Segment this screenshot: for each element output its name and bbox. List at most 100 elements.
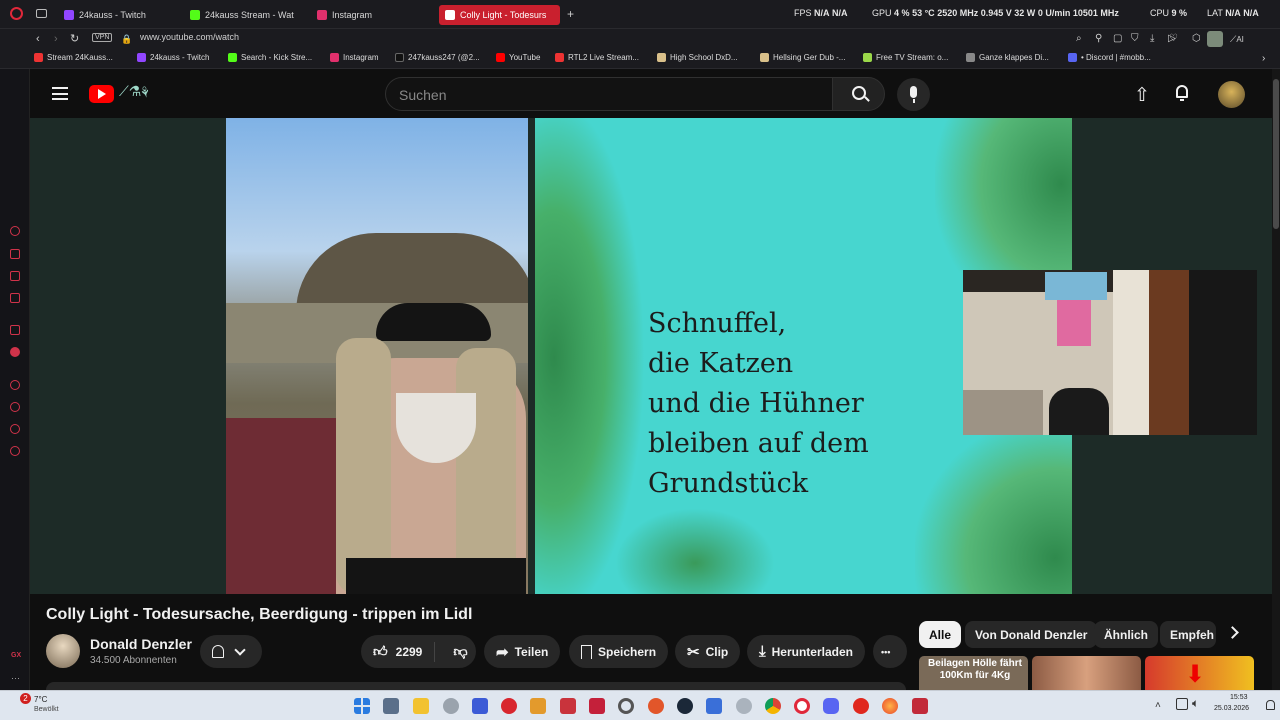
chip-from-channel[interactable]: Von Donald Denzler bbox=[965, 621, 1098, 648]
snapshot-icon[interactable]: ▢ bbox=[1113, 32, 1122, 46]
bookmark-item[interactable]: Search - Kick Stre... bbox=[228, 53, 312, 62]
opera-menu-icon[interactable] bbox=[10, 7, 23, 20]
bookmark-item[interactable]: High School DxD... bbox=[657, 53, 738, 62]
file-explorer-icon[interactable] bbox=[413, 698, 429, 714]
sidebar-crypto-icon[interactable] bbox=[10, 249, 20, 259]
workspaces-icon[interactable] bbox=[36, 9, 47, 18]
opera-gx-icon[interactable] bbox=[794, 698, 810, 714]
bookmark-item[interactable]: YouTube bbox=[496, 53, 540, 62]
extensions-icon[interactable]: ⬡ bbox=[1192, 32, 1201, 46]
bookmark-item[interactable]: 24kauss - Twitch bbox=[137, 53, 209, 62]
hamburger-menu-icon[interactable] bbox=[52, 87, 68, 100]
chrome-icon[interactable] bbox=[765, 698, 781, 714]
sidebar-settings-icon[interactable] bbox=[10, 446, 20, 456]
pin-icon[interactable]: ⚲ bbox=[1095, 32, 1102, 46]
bookmark-item[interactable]: Ganze klappes Di... bbox=[966, 53, 1049, 62]
back-icon[interactable]: ‹ bbox=[36, 32, 40, 46]
description-box-top[interactable] bbox=[46, 682, 906, 690]
app-orange-icon[interactable] bbox=[648, 698, 664, 714]
discord-icon[interactable] bbox=[823, 698, 839, 714]
volume-icon[interactable]: 🔈︎ bbox=[1192, 696, 1199, 711]
new-tab-button[interactable]: + bbox=[567, 7, 574, 21]
bookmark-item[interactable]: RTL2 Live Stream... bbox=[555, 53, 639, 62]
adblock-icon[interactable]: ⛉ bbox=[1131, 32, 1139, 46]
search-input[interactable]: Suchen bbox=[385, 77, 833, 111]
zoom-icon[interactable]: ⌕ bbox=[1076, 32, 1082, 46]
firefox-icon[interactable] bbox=[882, 698, 898, 714]
tab-kick[interactable]: 24kauss Stream - Wat bbox=[184, 5, 306, 25]
chip-related[interactable]: Ähnlich bbox=[1094, 621, 1158, 648]
app-ring-icon[interactable] bbox=[618, 698, 634, 714]
calculator-icon[interactable] bbox=[383, 698, 399, 714]
voice-search-button[interactable] bbox=[897, 78, 930, 111]
app-red4-icon[interactable] bbox=[912, 698, 928, 714]
account-avatar[interactable] bbox=[1218, 81, 1245, 108]
download-button[interactable]: ⤓ Herunterladen bbox=[747, 635, 865, 668]
video-player[interactable]: Schnuffel, die Katzen und die Hühner ble… bbox=[30, 118, 1272, 594]
clock-time[interactable]: 15:53 bbox=[1230, 694, 1248, 701]
forward-icon[interactable]: › bbox=[54, 32, 58, 46]
chip-all[interactable]: Alle bbox=[919, 621, 962, 648]
app-red-icon[interactable] bbox=[501, 698, 517, 714]
recommended-video-thumbnail[interactable] bbox=[1032, 656, 1141, 690]
aria-ai-icon[interactable]: ⟋AI bbox=[1230, 32, 1244, 47]
more-actions-button[interactable]: ••• bbox=[873, 635, 907, 668]
sidebar-aria-icon[interactable] bbox=[10, 226, 20, 236]
start-windows-icon[interactable] bbox=[354, 698, 370, 714]
bookmark-item[interactable]: Hellsing Ger Dub -... bbox=[760, 53, 845, 62]
app-image-icon[interactable] bbox=[560, 698, 576, 714]
bookmarks-overflow-icon[interactable]: › bbox=[1262, 53, 1265, 64]
chips-next-chevron-icon[interactable] bbox=[1226, 626, 1239, 639]
subscription-bell-button[interactable] bbox=[200, 635, 262, 668]
sidebar-twitch-icon[interactable] bbox=[10, 325, 20, 335]
heart-icon[interactable]: ♡ bbox=[1169, 32, 1178, 46]
notifications-icon[interactable] bbox=[1266, 700, 1275, 710]
tab-youtube-active[interactable]: Colly Light - Todesurs bbox=[439, 5, 560, 25]
bookmark-item[interactable]: Stream 24Kauss... bbox=[34, 53, 113, 62]
app-stack-icon[interactable] bbox=[530, 698, 546, 714]
tab-twitch-1[interactable]: 24kauss - Twitch bbox=[58, 5, 180, 25]
vegas-app-icon[interactable] bbox=[472, 698, 488, 714]
clip-button[interactable]: ✂ Clip bbox=[675, 635, 741, 668]
upload-icon[interactable]: ⇧ bbox=[1134, 84, 1150, 107]
steam-icon[interactable] bbox=[677, 698, 693, 714]
search-button[interactable] bbox=[832, 77, 885, 111]
clock-date[interactable]: 25.03.2026 bbox=[1214, 705, 1249, 712]
app-blue-icon[interactable] bbox=[706, 698, 722, 714]
notifications-bell-icon[interactable] bbox=[1174, 84, 1190, 101]
tray-overflow-chevron-icon[interactable]: ˄ bbox=[1155, 700, 1161, 711]
download-icon[interactable]: ⤓ bbox=[1150, 32, 1154, 46]
recommended-video-thumbnail[interactable]: Beilagen Hölle fährt 100Km für 4Kg bbox=[919, 656, 1028, 690]
channel-name[interactable]: Donald Denzler bbox=[90, 636, 192, 652]
weather-temp[interactable]: 7°C bbox=[34, 695, 47, 704]
channel-avatar[interactable] bbox=[46, 634, 80, 668]
weather-desc[interactable]: Bewölkt bbox=[34, 706, 59, 713]
sidebar-extensions-icon[interactable] bbox=[10, 424, 20, 434]
page-scrollbar[interactable] bbox=[1272, 69, 1280, 690]
sidebar-youtube-icon[interactable] bbox=[10, 347, 20, 357]
vpn-badge[interactable]: VPN bbox=[92, 33, 113, 42]
sidebar-player-icon[interactable] bbox=[10, 380, 20, 390]
share-button[interactable]: ➦ Teilen bbox=[484, 635, 561, 668]
bookmark-item[interactable]: Free TV Stream: o... bbox=[863, 53, 948, 62]
bookmark-item[interactable]: Instagram bbox=[330, 53, 379, 62]
app-red2-icon[interactable] bbox=[589, 698, 605, 714]
app-gear-icon[interactable] bbox=[736, 698, 752, 714]
recommended-video-thumbnail[interactable]: ⬇ bbox=[1145, 656, 1254, 690]
reload-icon[interactable]: ↻ bbox=[70, 32, 79, 46]
youtube-logo[interactable] bbox=[89, 85, 114, 103]
profile-avatar[interactable] bbox=[1207, 31, 1223, 47]
sidebar-history-icon[interactable] bbox=[10, 402, 20, 412]
network-icon[interactable] bbox=[1176, 698, 1188, 710]
save-button[interactable]: Speichern bbox=[569, 635, 669, 668]
bookmark-item[interactable]: • Discord | #mobb... bbox=[1068, 53, 1151, 62]
sidebar-more-icon[interactable]: ··· bbox=[11, 673, 20, 683]
app-red3-icon[interactable] bbox=[853, 698, 869, 714]
bookmark-item[interactable]: 247kauss247 (@2... bbox=[395, 53, 480, 62]
chip-recommended[interactable]: Empfeh bbox=[1160, 621, 1216, 648]
tab-instagram[interactable]: Instagram bbox=[311, 5, 433, 25]
url-field[interactable]: www.youtube.com/watch bbox=[140, 32, 239, 42]
mouse-app-icon[interactable] bbox=[443, 698, 459, 714]
sidebar-messenger-icon[interactable] bbox=[10, 293, 20, 303]
dislike-button[interactable]: 👎︎ bbox=[441, 643, 479, 660]
